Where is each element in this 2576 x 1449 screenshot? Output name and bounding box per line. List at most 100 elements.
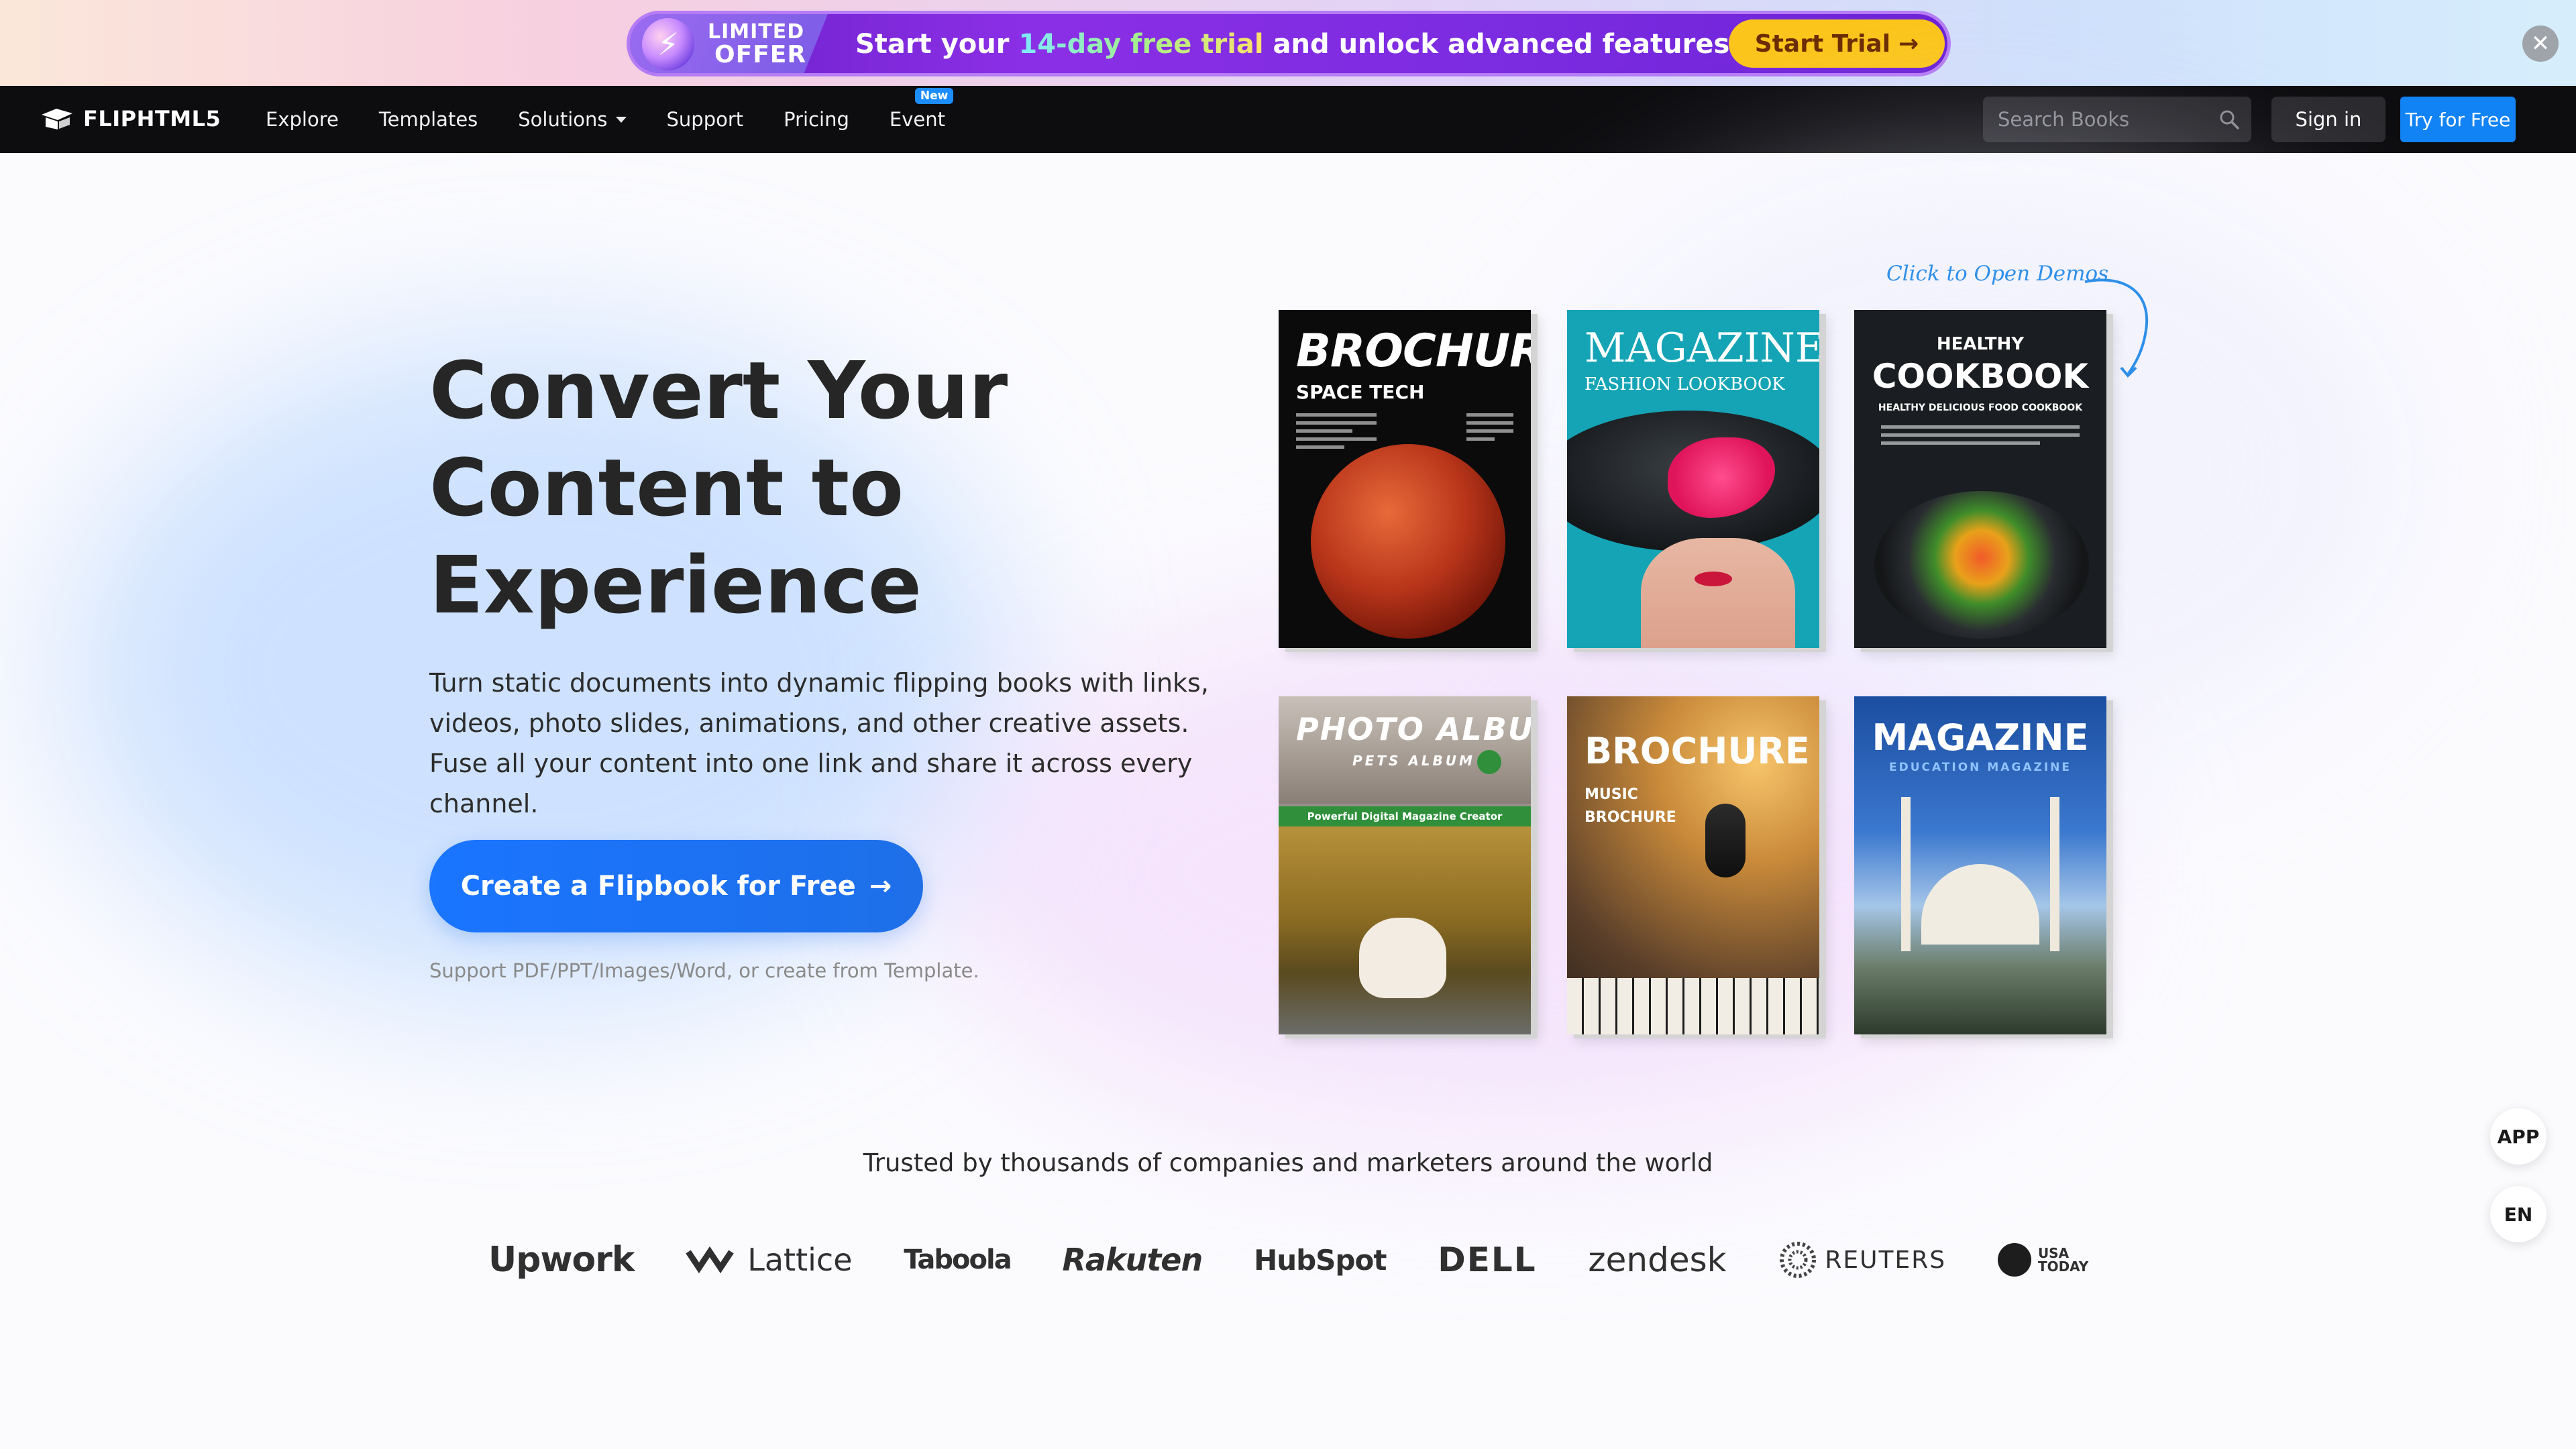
new-badge: New xyxy=(914,88,954,104)
usa-today-logo: USA TODAY xyxy=(1997,1243,2092,1277)
start-trial-button[interactable]: Start Trial → xyxy=(1729,19,1945,68)
face-image xyxy=(1641,538,1795,648)
start-trial-label: Start Trial xyxy=(1754,30,1891,58)
camera-icon xyxy=(1477,750,1501,774)
microphone-image xyxy=(1705,804,1746,877)
book-subtitle: SPACE TECH xyxy=(1296,381,1425,403)
hero-title-line-2: Content to xyxy=(429,441,904,534)
nav-solutions-label: Solutions xyxy=(518,108,608,131)
book-subtitle: PETS ALBUM xyxy=(1352,753,1475,769)
nav-support[interactable]: Support xyxy=(667,108,744,131)
promo-pill[interactable]: ⚡ LIMITED OFFER Start your 14-day free t… xyxy=(627,11,1951,76)
minaret-left xyxy=(1901,797,1911,951)
taboola-logo: Taboola xyxy=(904,1244,1012,1275)
demo-book-cookbook[interactable]: HEALTHY COOKBOOK HEALTHY DELICIOUS FOOD … xyxy=(1854,310,2106,648)
reuters-mark-icon xyxy=(1780,1242,1817,1278)
language-switch-button[interactable]: EN xyxy=(2490,1186,2546,1242)
red-moon-image xyxy=(1311,444,1505,639)
book-title: MAGAZINE xyxy=(1872,716,2089,759)
open-demos-hint: Click to Open Demos xyxy=(1886,262,2109,286)
book-title: BROCHURE xyxy=(1585,730,1810,772)
top-navbar: FLIPHTML5 Explore Templates Solutions Su… xyxy=(0,86,2576,153)
rakuten-logo: Rakuten xyxy=(1062,1242,1203,1278)
logo-book-icon xyxy=(42,109,72,129)
app-download-button[interactable]: APP xyxy=(2490,1108,2546,1165)
lightning-icon: ⚡ xyxy=(642,18,694,70)
book-title: PHOTO ALBUM xyxy=(1296,711,1531,747)
promo-banner: ⚡ LIMITED OFFER Start your 14-day free t… xyxy=(0,0,2576,86)
demo-book-photo-album[interactable]: PHOTO ALBUM PETS ALBUM Powerful Digital … xyxy=(1279,696,1531,1034)
nav-solutions[interactable]: Solutions xyxy=(518,108,627,131)
limited-offer-text: LIMITED OFFER xyxy=(708,20,807,68)
book-subtitle: EDUCATION MAGAZINE xyxy=(1888,761,2072,774)
nav-explore-label: Explore xyxy=(266,108,339,131)
nav-support-label: Support xyxy=(666,108,744,131)
hero-title-line-1: Convert Your xyxy=(429,344,1008,437)
demo-book-music-brochure[interactable]: BROCHURE MUSIC BROCHURE xyxy=(1567,696,1819,1034)
lattice-logo: Lattice xyxy=(686,1242,853,1278)
nav-templates[interactable]: Templates xyxy=(379,108,478,131)
customer-logos: Upwork Lattice Taboola Rakuten HubSpot D… xyxy=(488,1236,2092,1284)
nav-event[interactable]: Event New xyxy=(889,88,954,131)
search-icon[interactable] xyxy=(2219,109,2239,129)
search-input[interactable] xyxy=(1983,97,2204,142)
book-text-block xyxy=(1296,413,1377,453)
promo-message: Start your 14-day free trial and unlock … xyxy=(855,29,1813,60)
logo-text: FLIPHTML5 xyxy=(83,106,221,131)
zendesk-logo: zendesk xyxy=(1588,1240,1727,1279)
close-icon[interactable]: ✕ xyxy=(2522,25,2559,62)
offer-line-1: LIMITED xyxy=(708,20,805,44)
nav-explore[interactable]: Explore xyxy=(266,108,339,131)
food-plate-image xyxy=(1874,491,2089,639)
book-title: BROCHURE xyxy=(1296,325,1531,378)
arrow-right-icon: → xyxy=(1898,30,1919,58)
book-text-block xyxy=(1881,425,2080,449)
create-flipbook-button[interactable]: Create a Flipbook for Free → xyxy=(429,840,923,932)
fliphtml5-logo[interactable]: FLIPHTML5 xyxy=(40,106,221,131)
nav-templates-label: Templates xyxy=(378,108,478,131)
nav-menu: Explore Templates Solutions Support Pric… xyxy=(266,86,985,153)
book-text-block xyxy=(1466,413,1513,445)
arrow-right-icon: → xyxy=(869,871,892,902)
book-subtitle: MUSIC BROCHURE xyxy=(1585,786,1676,826)
hero-title: Convert Your Content to Experience xyxy=(429,342,1167,634)
reuters-wordmark: REUTERS xyxy=(1825,1246,1947,1274)
nav-pricing[interactable]: Pricing xyxy=(784,108,849,131)
search-box xyxy=(1983,97,2251,142)
demo-book-education-magazine[interactable]: MAGAZINE EDUCATION MAGAZINE xyxy=(1854,696,2106,1034)
trusted-heading: Trusted by thousands of companies and ma… xyxy=(863,1148,1713,1177)
offer-line-2: OFFER xyxy=(714,41,807,68)
hero-title-line-3: Experience xyxy=(429,539,922,631)
usa-today-dot xyxy=(1997,1243,2031,1277)
promo-msg-start: Start your xyxy=(855,29,1019,60)
try-for-free-button[interactable]: Try for Free xyxy=(2400,97,2516,142)
book-kicker: HEALTHY xyxy=(1936,334,2025,354)
book-subtitle: HEALTHY DELICIOUS FOOD COOKBOOK xyxy=(1878,402,2083,413)
nav-pricing-label: Pricing xyxy=(784,108,849,131)
demo-book-magazine-fashion[interactable]: MAGAZINE FASHION LOOKBOOK xyxy=(1567,310,1819,648)
lattice-wordmark: Lattice xyxy=(747,1242,853,1278)
nav-event-label: Event xyxy=(889,108,945,131)
create-flipbook-label: Create a Flipbook for Free xyxy=(460,871,856,902)
usa-today-wordmark: USA TODAY xyxy=(2037,1245,2089,1275)
piano-keys-image xyxy=(1567,978,1819,1034)
book-strip: Powerful Digital Magazine Creator xyxy=(1279,806,1531,826)
lips-image xyxy=(1695,572,1732,586)
lattice-mark-icon xyxy=(686,1246,734,1274)
book-title: MAGAZINE xyxy=(1585,325,1819,372)
limited-offer-badge: ⚡ LIMITED OFFER xyxy=(630,14,828,73)
dell-logo: DELL xyxy=(1438,1240,1537,1279)
upwork-logo: Upwork xyxy=(488,1240,635,1280)
sign-in-button[interactable]: Sign in xyxy=(2271,97,2385,142)
minaret-right xyxy=(2050,797,2059,951)
reuters-logo: REUTERS xyxy=(1778,1240,1946,1280)
dog-image xyxy=(1359,918,1446,998)
hero-description: Turn static documents into dynamic flipp… xyxy=(429,668,1209,818)
hubspot-logo: HubSpot xyxy=(1254,1243,1387,1277)
book-subtitle: FASHION LOOKBOOK xyxy=(1585,374,1785,394)
book-title: COOKBOOK xyxy=(1872,357,2089,396)
demo-book-brochure-space-tech[interactable]: BROCHURE SPACE TECH xyxy=(1279,310,1531,648)
chevron-down-icon xyxy=(615,116,627,123)
supported-formats-note: Support PDF/PPT/Images/Word, or create f… xyxy=(429,959,979,982)
promo-msg-highlight: 14-day free trial xyxy=(1018,29,1264,60)
